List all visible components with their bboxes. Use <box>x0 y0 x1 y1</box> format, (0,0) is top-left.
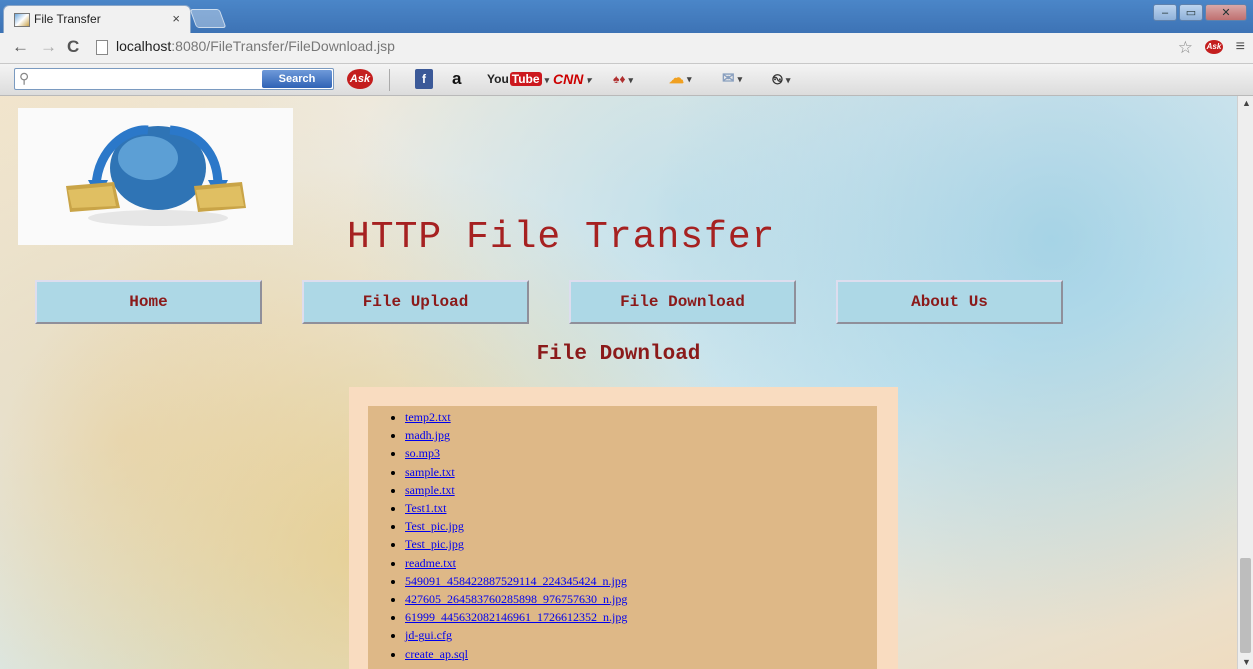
search-icon: ⚲ <box>19 70 30 86</box>
mail-icon[interactable]: ✉ ▾ <box>722 69 742 89</box>
page-icon <box>96 40 108 55</box>
file-link[interactable]: sample.txt <box>405 483 455 497</box>
list-item: madh.jpg <box>405 426 877 444</box>
ask-search-input[interactable]: ⚲ Search <box>14 68 334 90</box>
file-link[interactable]: readme.txt <box>405 556 456 570</box>
file-link[interactable]: Test_pic.jpg <box>405 537 464 551</box>
amazon-icon[interactable]: a <box>452 69 461 89</box>
toolbar-divider <box>389 69 390 91</box>
cnn-label: CNN <box>553 71 584 87</box>
nav-file-upload[interactable]: File Upload <box>302 280 529 324</box>
back-icon[interactable]: ← <box>12 37 29 57</box>
close-window-icon[interactable]: ✕ <box>1205 4 1247 21</box>
section-title: File Download <box>536 343 701 366</box>
file-link[interactable]: madh.jpg <box>405 428 450 442</box>
list-item: jd-gui.cfg <box>405 626 877 644</box>
list-item: Test1.txt <box>405 499 877 517</box>
file-link[interactable]: 427605_264583760285898_976757630_n.jpg <box>405 592 627 606</box>
list-item: temp2.txt <box>405 408 877 426</box>
address-bar[interactable]: localhost:8080/FileTransfer/FileDownload… <box>92 36 1212 58</box>
games-icon[interactable]: ♠♦ ▾ <box>613 69 633 89</box>
url-text: localhost:8080/FileTransfer/FileDownload… <box>116 38 395 54</box>
nav-about-us[interactable]: About Us <box>836 280 1063 324</box>
list-item: sample.txt <box>405 481 877 499</box>
nav-home[interactable]: Home <box>35 280 262 324</box>
list-item: 549091_458422887529114_224345424_n.jpg <box>405 572 877 590</box>
browser-tab[interactable]: File Transfer × <box>3 5 191 33</box>
youtube-icon[interactable]: You Tube ▾ <box>487 69 549 89</box>
cnn-icon[interactable]: CNN ▾ <box>553 69 591 89</box>
file-link[interactable]: 61999_445632082146961_1726612352_n.jpg <box>405 610 627 624</box>
site-logo <box>18 108 293 245</box>
file-list: temp2.txt madh.jpg so.mp3 sample.txt sam… <box>368 406 877 663</box>
browser-toolbar: ← → C localhost:8080/FileTransfer/FileDo… <box>0 33 1253 64</box>
facebook-icon[interactable]: f <box>415 69 433 89</box>
file-link[interactable]: Test_pic.jpg <box>405 519 464 533</box>
list-item: 427605_264583760285898_976757630_n.jpg <box>405 590 877 608</box>
file-link[interactable]: jd-gui.cfg <box>405 628 452 642</box>
file-link[interactable]: so.mp3 <box>405 446 440 460</box>
bookmark-star-icon[interactable]: ☆ <box>1178 38 1193 58</box>
tab-close-icon[interactable]: × <box>172 11 180 26</box>
url-path: :8080/FileTransfer/FileDownload.jsp <box>171 38 395 54</box>
ask-toolbar: ⚲ Search Ask f a You Tube ▾ CNN ▾ ♠♦ ▾ ☁ ▾ ✉ ▾… <box>0 64 1253 96</box>
file-list-box: temp2.txt madh.jpg so.mp3 sample.txt sam… <box>368 406 877 669</box>
scroll-thumb[interactable] <box>1240 558 1251 653</box>
page-viewport: HTTP File Transfer Home File Upload File… <box>0 96 1237 669</box>
file-link[interactable]: Test1.txt <box>405 501 447 515</box>
youtube-tube: Tube <box>509 72 542 86</box>
site-title: HTTP File Transfer <box>347 216 776 259</box>
window-controls: – ▭ ✕ <box>1151 4 1247 21</box>
list-item: create_ap.sql <box>405 645 877 663</box>
file-link[interactable]: create_ap.sql <box>405 647 468 661</box>
list-item: readme.txt <box>405 554 877 572</box>
new-tab-button[interactable] <box>189 9 227 28</box>
file-link[interactable]: 549091_458422887529114_224345424_n.jpg <box>405 574 627 588</box>
minimize-icon[interactable]: – <box>1153 4 1177 21</box>
tab-title: File Transfer <box>34 12 101 26</box>
ask-logo-icon[interactable]: Ask <box>347 69 373 89</box>
reload-icon[interactable]: C <box>67 37 79 57</box>
url-host: localhost <box>116 38 172 54</box>
nav-file-download[interactable]: File Download <box>569 280 796 324</box>
scroll-up-icon[interactable]: ▲ <box>1242 98 1251 108</box>
list-item: Test_pic.jpg <box>405 517 877 535</box>
vertical-scrollbar[interactable]: ▲ ▼ <box>1237 96 1253 669</box>
forward-icon[interactable]: → <box>40 37 57 57</box>
page-favicon-icon <box>14 13 30 27</box>
horoscope-icon[interactable]: ࿊ ▾ <box>772 69 790 89</box>
list-item: 61999_445632082146961_1726612352_n.jpg <box>405 608 877 626</box>
weather-icon[interactable]: ☁ ▾ <box>669 69 692 89</box>
ask-search-button[interactable]: Search <box>262 70 332 88</box>
file-link[interactable]: sample.txt <box>405 465 455 479</box>
scroll-down-icon[interactable]: ▼ <box>1242 657 1251 667</box>
list-item: sample.txt <box>405 463 877 481</box>
main-nav: Home File Upload File Download About Us <box>35 280 1065 326</box>
list-item: Test_pic.jpg <box>405 535 877 553</box>
download-panel: temp2.txt madh.jpg so.mp3 sample.txt sam… <box>349 387 898 669</box>
browser-titlebar: File Transfer × – ▭ ✕ <box>0 0 1253 33</box>
youtube-you: You <box>487 72 509 86</box>
menu-icon[interactable]: ≡ <box>1236 38 1245 56</box>
list-item: so.mp3 <box>405 444 877 462</box>
maximize-icon[interactable]: ▭ <box>1179 4 1203 21</box>
ask-extension-icon[interactable]: Ask <box>1205 40 1223 54</box>
file-link[interactable]: temp2.txt <box>405 410 451 424</box>
